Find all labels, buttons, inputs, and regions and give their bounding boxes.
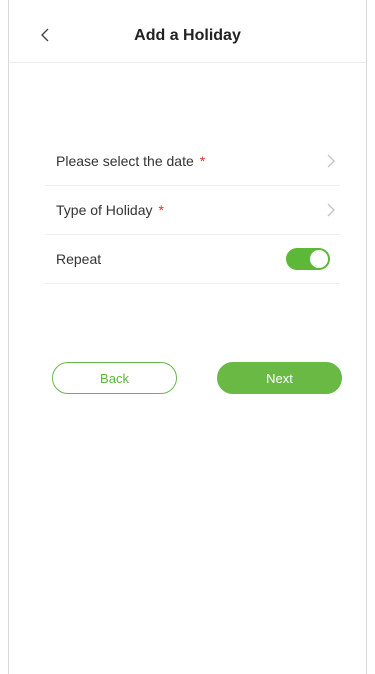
repeat-row: Repeat — [45, 235, 340, 284]
page-title: Add a Holiday — [134, 27, 241, 44]
holiday-form: Please select the date * Type of Holiday… — [45, 137, 340, 284]
toggle-knob — [310, 250, 328, 268]
next-button[interactable]: Next — [217, 362, 342, 394]
repeat-label: Repeat — [56, 251, 102, 267]
frame-border-right — [366, 0, 367, 674]
screen: Add a Holiday Please select the date * T… — [0, 0, 375, 674]
holiday-type-label: Type of Holiday — [56, 202, 153, 218]
back-button[interactable]: Back — [52, 362, 177, 394]
required-marker: * — [158, 202, 164, 218]
header: Add a Holiday — [9, 10, 366, 63]
frame-border-left — [8, 0, 9, 674]
chevron-right-icon — [327, 154, 335, 168]
date-select-label: Please select the date — [56, 153, 194, 169]
holiday-type-row[interactable]: Type of Holiday * — [45, 186, 340, 235]
date-select-row[interactable]: Please select the date * — [45, 137, 340, 186]
required-marker: * — [199, 153, 206, 169]
chevron-right-icon — [327, 203, 335, 217]
repeat-toggle[interactable] — [286, 248, 330, 270]
